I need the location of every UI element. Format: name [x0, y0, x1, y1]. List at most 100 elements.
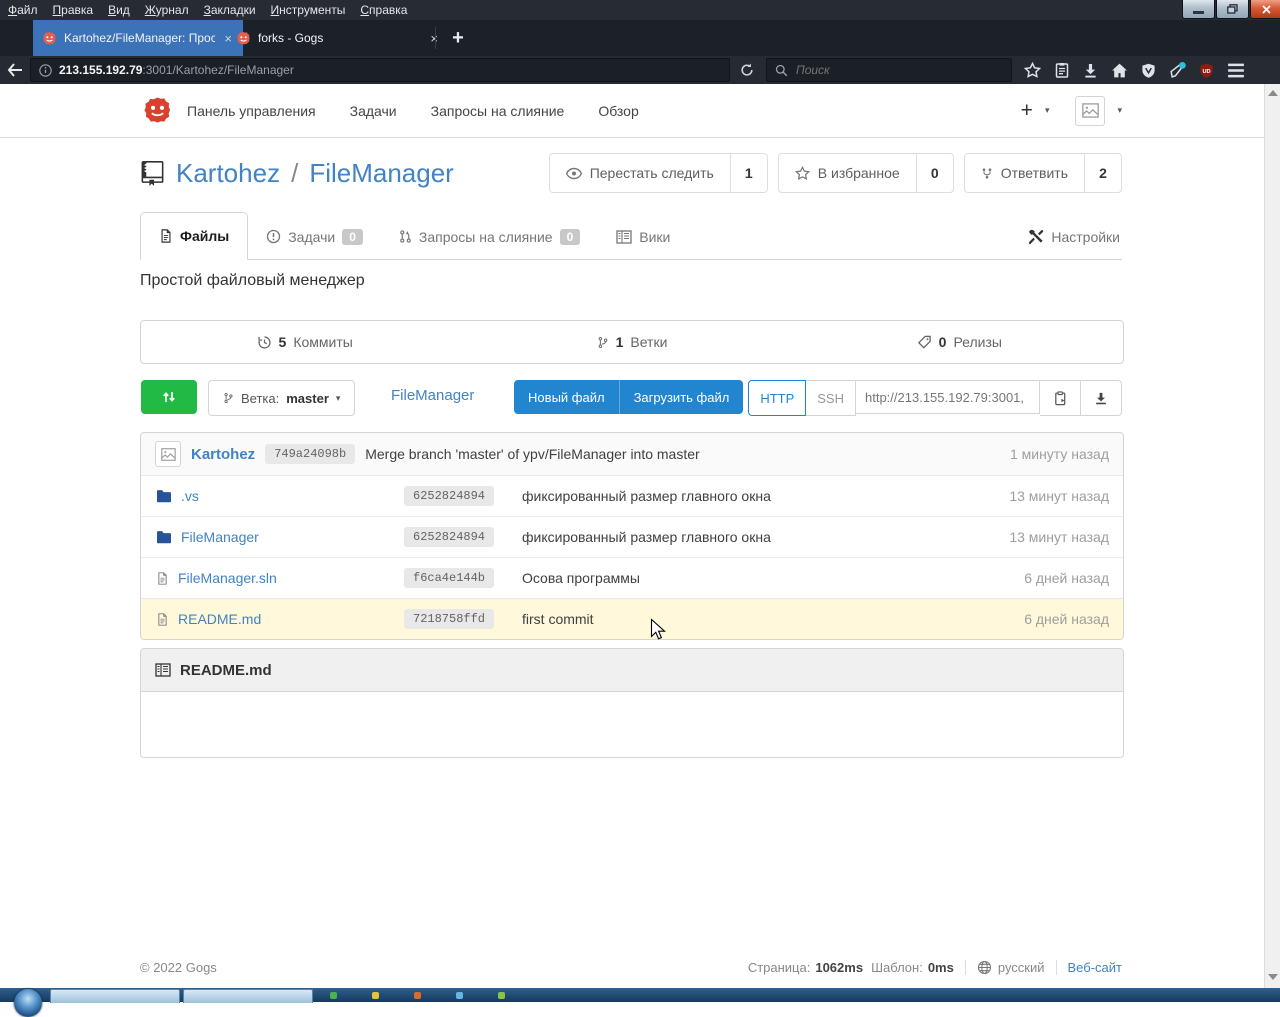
repo-owner-link[interactable]: Kartohez — [176, 158, 280, 189]
file-link[interactable]: README.md — [178, 611, 261, 627]
compare-button[interactable] — [141, 380, 197, 414]
chevron-down-icon[interactable]: ▾ — [1117, 105, 1122, 116]
unwatch-button[interactable]: Перестать следить — [550, 154, 730, 192]
menu-history[interactable]: Журнал — [145, 3, 189, 17]
commit-message[interactable]: Merge branch 'master' of ypv/FileManager… — [365, 446, 699, 462]
file-sha-badge[interactable]: 6252824894 — [404, 527, 494, 547]
menu-view[interactable]: Вид — [108, 3, 130, 17]
scroll-up-arrow-icon[interactable] — [1268, 90, 1278, 96]
hamburger-menu-icon[interactable] — [1227, 62, 1245, 79]
search-box[interactable] — [766, 58, 1012, 82]
page-time-value: 1062ms — [815, 960, 863, 975]
extension-icon[interactable] — [1169, 62, 1186, 79]
commit-sha-badge[interactable]: 749a24098b — [265, 444, 355, 464]
tab-files[interactable]: Файлы — [140, 212, 248, 260]
reading-list-icon[interactable] — [1054, 62, 1070, 79]
language-label[interactable]: русский — [998, 960, 1045, 975]
taskbar-icon[interactable] — [330, 992, 337, 999]
clone-url-input[interactable] — [856, 380, 1040, 414]
ssh-protocol-button[interactable]: SSH — [806, 380, 856, 416]
browser-tab-inactive[interactable]: forks - Gogs × — [227, 20, 449, 56]
stat-releases[interactable]: 0 Релизы — [796, 321, 1123, 363]
start-button[interactable] — [14, 989, 42, 1017]
download-archive-button[interactable] — [1081, 380, 1122, 416]
tab-settings[interactable]: Настройки — [1010, 214, 1122, 259]
watchers-count[interactable]: 1 — [730, 154, 767, 192]
tab-pull-requests[interactable]: Запросы на слияние 0 — [381, 214, 598, 259]
taskbar-icon[interactable] — [414, 992, 421, 999]
nav-issues[interactable]: Задачи — [350, 103, 397, 119]
file-link[interactable]: .vs — [181, 488, 199, 504]
copy-url-button[interactable] — [1040, 380, 1081, 416]
commit-author-avatar[interactable] — [155, 441, 181, 467]
nav-pull-requests[interactable]: Запросы на слияние — [431, 103, 565, 119]
fork-button[interactable]: Ответвить — [965, 154, 1084, 192]
menu-file[interactable]: Файл — [8, 3, 38, 17]
taskbar-window-button[interactable] — [183, 989, 313, 1003]
search-input[interactable] — [794, 62, 968, 78]
file-icon — [156, 571, 169, 586]
file-commit-message[interactable]: фиксированный размер главного окна — [514, 529, 949, 545]
upload-file-button[interactable]: Загрузить файл — [619, 380, 744, 414]
bookmark-star-icon[interactable] — [1024, 62, 1041, 79]
fork-label: Ответвить — [1001, 165, 1068, 181]
table-row-highlighted[interactable]: README.md 7218758ffd first commit 6 дней… — [141, 598, 1123, 639]
new-file-button[interactable]: Новый файл — [514, 380, 619, 414]
home-icon[interactable] — [1111, 62, 1128, 79]
minimize-button[interactable] — [1182, 0, 1215, 19]
url-field[interactable]: 213.155.192.79:3001/Kartohez/FileManager — [30, 58, 730, 82]
table-row[interactable]: FileManager 6252824894 фиксированный раз… — [141, 516, 1123, 557]
file-age: 6 дней назад — [949, 611, 1123, 627]
scroll-down-arrow-icon[interactable] — [1268, 974, 1278, 980]
table-row[interactable]: FileManager.sln f6ca4e144b Осова програм… — [141, 557, 1123, 598]
restore-button[interactable] — [1216, 0, 1249, 19]
forks-count[interactable]: 2 — [1084, 154, 1121, 192]
file-commit-message[interactable]: Осова программы — [514, 570, 949, 586]
shield-icon[interactable] — [1141, 62, 1156, 79]
taskbar-window-button[interactable] — [50, 989, 180, 1003]
website-link[interactable]: Веб-сайт — [1068, 960, 1122, 975]
user-avatar[interactable] — [1075, 96, 1105, 126]
stat-branches[interactable]: 1 Ветки — [468, 321, 795, 363]
stars-count[interactable]: 0 — [916, 154, 953, 192]
taskbar-icon[interactable] — [372, 992, 379, 999]
menu-tools[interactable]: Инструменты — [271, 3, 346, 17]
chevron-down-icon[interactable]: ▾ — [1045, 105, 1050, 116]
menu-edit[interactable]: Правка — [53, 3, 94, 17]
new-tab-button[interactable]: + — [441, 20, 475, 56]
file-commit-message[interactable]: first commit — [514, 611, 949, 627]
tab-issues[interactable]: Задачи 0 — [248, 214, 381, 259]
browser-tab-active[interactable]: Kartohez/FileManager: Прос × — [33, 20, 243, 56]
menu-help[interactable]: Справка — [360, 3, 407, 17]
file-link[interactable]: FileManager.sln — [178, 570, 277, 586]
menu-bookmarks[interactable]: Закладки — [204, 3, 256, 17]
repo-path-link[interactable]: FileManager — [391, 387, 474, 404]
repo-name-link[interactable]: FileManager — [309, 158, 454, 189]
taskbar-icon[interactable] — [498, 992, 505, 999]
gogs-logo[interactable] — [143, 96, 172, 125]
http-protocol-button[interactable]: HTTP — [748, 380, 806, 416]
nav-explore[interactable]: Обзор — [598, 103, 638, 119]
downloads-icon[interactable] — [1083, 62, 1098, 79]
language-selector[interactable]: русский — [977, 960, 1045, 975]
file-commit-message[interactable]: фиксированный размер главного окна — [514, 488, 949, 504]
star-button[interactable]: В избранное — [779, 154, 916, 192]
branch-dropdown[interactable]: Ветка: master ▾ — [208, 380, 355, 416]
nav-dashboard[interactable]: Панель управления — [187, 103, 316, 119]
commit-author-link[interactable]: Kartohez — [191, 446, 255, 463]
tab-wiki[interactable]: Вики — [598, 214, 688, 259]
file-sha-badge[interactable]: 6252824894 — [404, 486, 494, 506]
scrollbar[interactable] — [1264, 84, 1280, 988]
back-button[interactable] — [0, 63, 30, 77]
file-sha-badge[interactable]: 7218758ffd — [404, 609, 494, 629]
file-link[interactable]: FileManager — [181, 529, 259, 545]
file-sha-badge[interactable]: f6ca4e144b — [404, 568, 494, 588]
taskbar-icon[interactable] — [456, 992, 463, 999]
file-age: 13 минут назад — [949, 529, 1123, 545]
create-new-icon[interactable]: + — [1021, 99, 1033, 123]
ublock-shield-icon[interactable]: UD — [1199, 62, 1214, 79]
stat-commits[interactable]: 5 Коммиты — [141, 321, 468, 363]
reload-button[interactable] — [730, 63, 764, 77]
close-button[interactable] — [1250, 0, 1280, 19]
table-row[interactable]: .vs 6252824894 фиксированный размер глав… — [141, 475, 1123, 516]
